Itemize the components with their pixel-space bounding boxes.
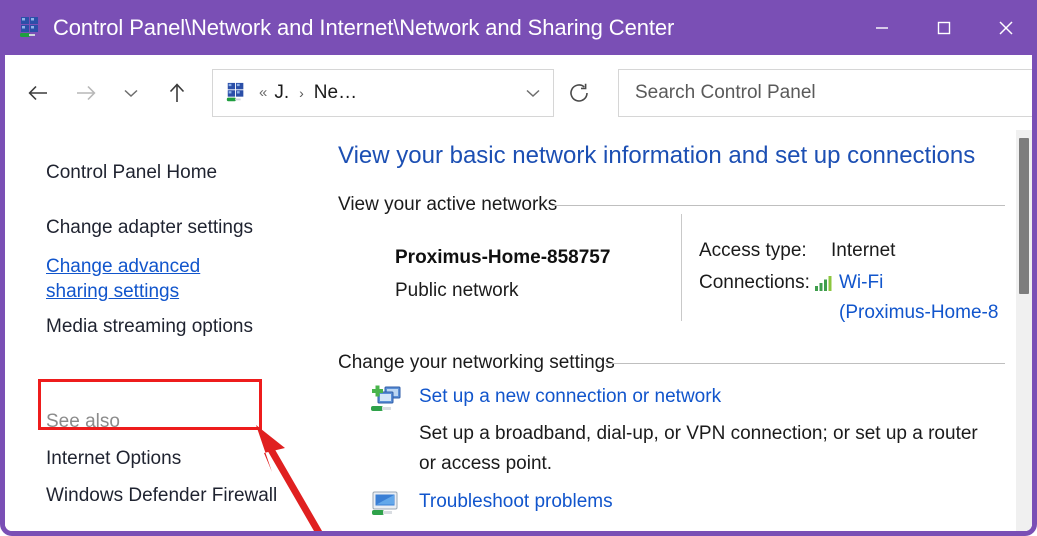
navigation-toolbar: « J. › Ne… [5, 55, 1032, 130]
connection-ssid[interactable]: (Proximus-Home-8 [839, 302, 998, 324]
main-panel: View your basic network information and … [333, 130, 1016, 531]
task-link-troubleshoot-problems[interactable]: Troubleshoot problems [419, 491, 613, 513]
chevron-down-icon[interactable] [513, 70, 553, 116]
sidebar: Control Panel Home Change adapter settin… [5, 130, 333, 531]
connections-label: Connections: [699, 272, 810, 293]
search-box[interactable] [618, 68, 1032, 117]
sidebar-item-control-panel-home[interactable]: Control Panel Home [46, 160, 217, 185]
breadcrumb-separator: › [299, 84, 304, 101]
active-networks-heading: View your active networks [338, 194, 558, 215]
connection-link[interactable]: Wi-Fi [839, 272, 883, 294]
back-button[interactable] [16, 70, 62, 116]
troubleshoot-icon [372, 491, 398, 515]
access-type-label: Access type: [699, 240, 807, 261]
up-button[interactable] [154, 70, 200, 116]
new-connection-icon [371, 385, 401, 411]
networking-settings-heading: Change your networking settings [338, 352, 615, 373]
minimize-button[interactable] [851, 0, 913, 55]
window-controls [851, 0, 1032, 55]
active-network-type: Public network [395, 280, 519, 301]
section-divider [553, 205, 1005, 206]
vertical-scrollbar[interactable] [1016, 130, 1032, 531]
network-sharing-icon [18, 16, 42, 40]
content-area: Control Panel Home Change adapter settin… [5, 130, 1032, 531]
page-title: View your basic network information and … [338, 142, 976, 169]
forward-button[interactable] [62, 70, 108, 116]
sidebar-item-media-streaming-options[interactable]: Media streaming options [46, 314, 253, 339]
network-sharing-icon [225, 82, 247, 104]
wifi-signal-icon [815, 276, 832, 291]
task-description-set-up-new-connection: Set up a broadband, dial-up, or VPN conn… [419, 423, 978, 474]
window-title: Control Panel\Network and Internet\Netwo… [53, 14, 675, 40]
sidebar-item-change-adapter-settings[interactable]: Change adapter settings [46, 215, 253, 240]
scrollbar-thumb[interactable] [1019, 138, 1029, 294]
access-type-value: Internet [831, 240, 896, 261]
active-network-name: Proximus-Home-858757 [395, 247, 611, 268]
breadcrumb-item-1[interactable]: Ne… [314, 82, 357, 104]
refresh-icon[interactable] [556, 70, 602, 116]
see-also-heading: See also [46, 411, 120, 432]
search-input[interactable] [633, 80, 1007, 105]
close-button[interactable] [975, 0, 1032, 55]
task-link-set-up-new-connection[interactable]: Set up a new connection or network [419, 386, 721, 408]
sidebar-item-change-advanced-sharing-settings[interactable]: Change advanced sharing settings [46, 254, 251, 304]
vertical-divider [681, 214, 682, 321]
maximize-button[interactable] [913, 0, 975, 55]
recent-locations-button[interactable] [108, 70, 154, 116]
sidebar-item-internet-options[interactable]: Internet Options [46, 446, 181, 471]
section-divider [605, 363, 1005, 364]
address-bar[interactable]: « J. › Ne… [212, 68, 554, 117]
breadcrumb-overflow[interactable]: « [259, 84, 267, 101]
control-panel-window: Control Panel\Network and Internet\Netwo… [0, 0, 1037, 536]
title-bar: Control Panel\Network and Internet\Netwo… [5, 0, 1032, 55]
sidebar-item-windows-defender-firewall[interactable]: Windows Defender Firewall [46, 483, 277, 508]
breadcrumb-item-0[interactable]: J. [274, 82, 289, 104]
